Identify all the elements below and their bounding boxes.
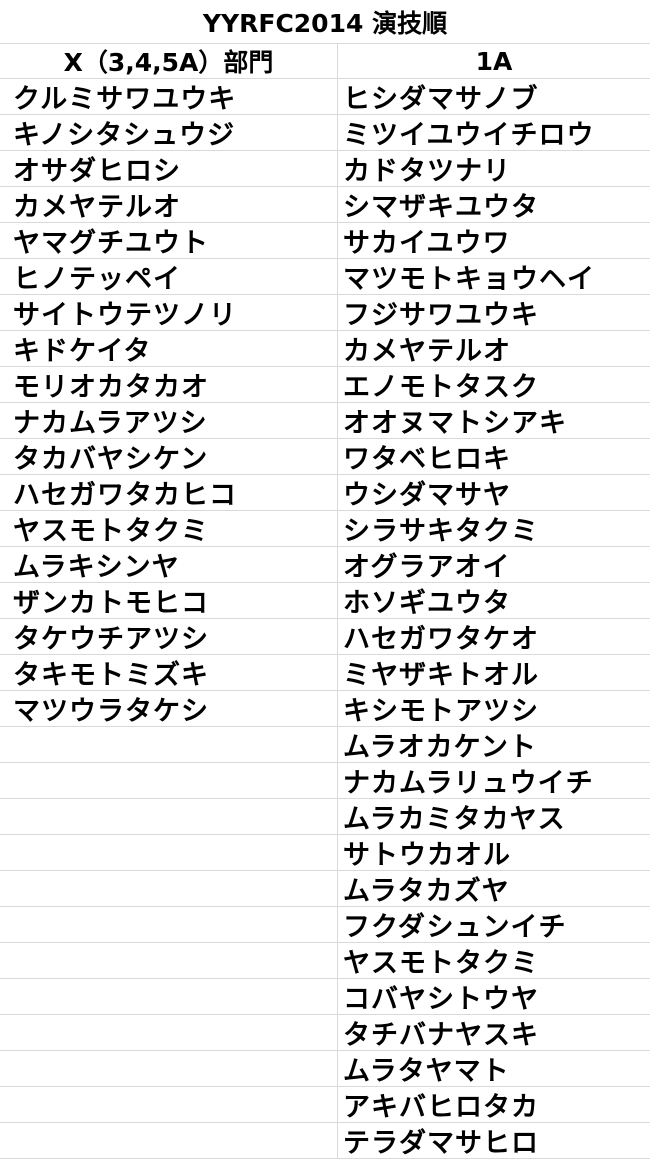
name-cell-x-division[interactable]: クルミサワユウキ [0,79,338,114]
name-cell-x-division[interactable]: キドケイタ [0,331,338,366]
table-row: タチバナヤスキ [0,1015,650,1051]
table-row: ハセガワタカヒコ ウシダマサヤ [0,475,650,511]
sheet-title[interactable]: YYRFC2014 演技順 [203,4,447,40]
name-cell-1a-division[interactable]: キシモトアツシ [338,691,650,726]
table-row: コバヤシトウヤ [0,979,650,1015]
table-row: ヤマグチユウト サカイユウワ [0,223,650,259]
name-cell-x-division[interactable]: ヒノテッペイ [0,259,338,294]
name-cell-1a-division[interactable]: エノモトタスク [338,367,650,402]
table-row: ヒノテッペイ マツモトキョウヘイ [0,259,650,295]
header-row: X（3,4,5A）部門 1A [0,44,650,79]
name-cell-1a-division[interactable]: オグラアオイ [338,547,650,582]
table-row: タキモトミズキ ミヤザキトオル [0,655,650,691]
name-cell-1a-division[interactable]: シマザキユウタ [338,187,650,222]
name-cell-x-division[interactable] [0,979,338,1014]
table-row: ザンカトモヒコ ホソギユウタ [0,583,650,619]
table-row: タカバヤシケン ワタベヒロキ [0,439,650,475]
name-cell-x-division[interactable] [0,1087,338,1122]
name-cell-1a-division[interactable]: ハセガワタケオ [338,619,650,654]
name-cell-x-division[interactable] [0,799,338,834]
table-row: フクダシュンイチ [0,907,650,943]
name-cell-1a-division[interactable]: カドタツナリ [338,151,650,186]
table-row: ムラタカズヤ [0,871,650,907]
table-row: ムラキシンヤ オグラアオイ [0,547,650,583]
name-cell-1a-division[interactable]: ミツイユウイチロウ [338,115,650,150]
name-cell-1a-division[interactable]: ナカムラリュウイチ [338,763,650,798]
name-cell-x-division[interactable]: ザンカトモヒコ [0,583,338,618]
table-row: キノシタシュウジ ミツイユウイチロウ [0,115,650,151]
name-cell-x-division[interactable]: カメヤテルオ [0,187,338,222]
name-cell-1a-division[interactable]: ヤスモトタクミ [338,943,650,978]
name-cell-1a-division[interactable]: フジサワユウキ [338,295,650,330]
name-cell-1a-division[interactable]: シラサキタクミ [338,511,650,546]
name-cell-1a-division[interactable]: テラダマサヒロ [338,1123,650,1158]
name-cell-1a-division[interactable]: カメヤテルオ [338,331,650,366]
name-cell-x-division[interactable] [0,835,338,870]
name-cell-1a-division[interactable]: マツモトキョウヘイ [338,259,650,294]
table-row: ヤスモトタクミ [0,943,650,979]
name-cell-1a-division[interactable]: ミヤザキトオル [338,655,650,690]
name-cell-x-division[interactable]: タキモトミズキ [0,655,338,690]
name-cell-1a-division[interactable]: タチバナヤスキ [338,1015,650,1050]
name-cell-x-division[interactable]: ヤマグチユウト [0,223,338,258]
table-row: ムラオカケント [0,727,650,763]
table-row: テラダマサヒロ [0,1123,650,1159]
name-cell-x-division[interactable] [0,727,338,762]
table-row: ムラタヤマト [0,1051,650,1087]
name-cell-1a-division[interactable]: ヒシダマサノブ [338,79,650,114]
name-cell-1a-division[interactable]: ホソギユウタ [338,583,650,618]
name-cell-x-division[interactable] [0,1015,338,1050]
name-cell-x-division[interactable] [0,907,338,942]
name-cell-1a-division[interactable]: アキバヒロタカ [338,1087,650,1122]
table-row: タケウチアツシ ハセガワタケオ [0,619,650,655]
name-cell-x-division[interactable]: モリオカタカオ [0,367,338,402]
name-cell-1a-division[interactable]: サトウカオル [338,835,650,870]
table-row: サイトウテツノリ フジサワユウキ [0,295,650,331]
data-rows: クルミサワユウキ ヒシダマサノブ キノシタシュウジ ミツイユウイチロウ オサダヒロシ カド… [0,79,650,1159]
name-cell-1a-division[interactable]: ウシダマサヤ [338,475,650,510]
table-row: モリオカタカオ エノモトタスク [0,367,650,403]
name-cell-1a-division[interactable]: コバヤシトウヤ [338,979,650,1014]
name-cell-1a-division[interactable]: ワタベヒロキ [338,439,650,474]
name-cell-1a-division[interactable]: オオヌマトシアキ [338,403,650,438]
name-cell-1a-division[interactable]: フクダシュンイチ [338,907,650,942]
table-row: アキバヒロタカ [0,1087,650,1123]
name-cell-x-division[interactable]: サイトウテツノリ [0,295,338,330]
table-row: ナカムラリュウイチ [0,763,650,799]
table-row: サトウカオル [0,835,650,871]
name-cell-x-division[interactable]: タカバヤシケン [0,439,338,474]
name-cell-x-division[interactable]: キノシタシュウジ [0,115,338,150]
name-cell-x-division[interactable] [0,943,338,978]
name-cell-1a-division[interactable]: ムラカミタカヤス [338,799,650,834]
name-cell-x-division[interactable]: オサダヒロシ [0,151,338,186]
name-cell-x-division[interactable]: タケウチアツシ [0,619,338,654]
name-cell-x-division[interactable]: ハセガワタカヒコ [0,475,338,510]
table-row: オサダヒロシ カドタツナリ [0,151,650,187]
name-cell-x-division[interactable]: マツウラタケシ [0,691,338,726]
name-cell-x-division[interactable]: ナカムラアツシ [0,403,338,438]
table-row: ムラカミタカヤス [0,799,650,835]
name-cell-1a-division[interactable]: ムラタヤマト [338,1051,650,1086]
name-cell-1a-division[interactable]: サカイユウワ [338,223,650,258]
name-cell-x-division[interactable] [0,1051,338,1086]
table-row: カメヤテルオ シマザキユウタ [0,187,650,223]
table-row: ナカムラアツシ オオヌマトシアキ [0,403,650,439]
header-cell-1a-division[interactable]: 1A [338,44,650,78]
name-cell-1a-division[interactable]: ムラタカズヤ [338,871,650,906]
table-row: ヤスモトタクミ シラサキタクミ [0,511,650,547]
table-row: キドケイタ カメヤテルオ [0,331,650,367]
name-cell-x-division[interactable] [0,871,338,906]
table-row: クルミサワユウキ ヒシダマサノブ [0,79,650,115]
name-cell-x-division[interactable] [0,1123,338,1158]
name-cell-x-division[interactable]: ヤスモトタクミ [0,511,338,546]
spreadsheet: YYRFC2014 演技順 X（3,4,5A）部門 1A クルミサワユウキ ヒシダ… [0,0,650,1167]
table-row: マツウラタケシ キシモトアツシ [0,691,650,727]
name-cell-1a-division[interactable]: ムラオカケント [338,727,650,762]
title-row: YYRFC2014 演技順 [0,0,650,44]
name-cell-x-division[interactable]: ムラキシンヤ [0,547,338,582]
header-cell-x-division[interactable]: X（3,4,5A）部門 [0,44,338,78]
name-cell-x-division[interactable] [0,763,338,798]
